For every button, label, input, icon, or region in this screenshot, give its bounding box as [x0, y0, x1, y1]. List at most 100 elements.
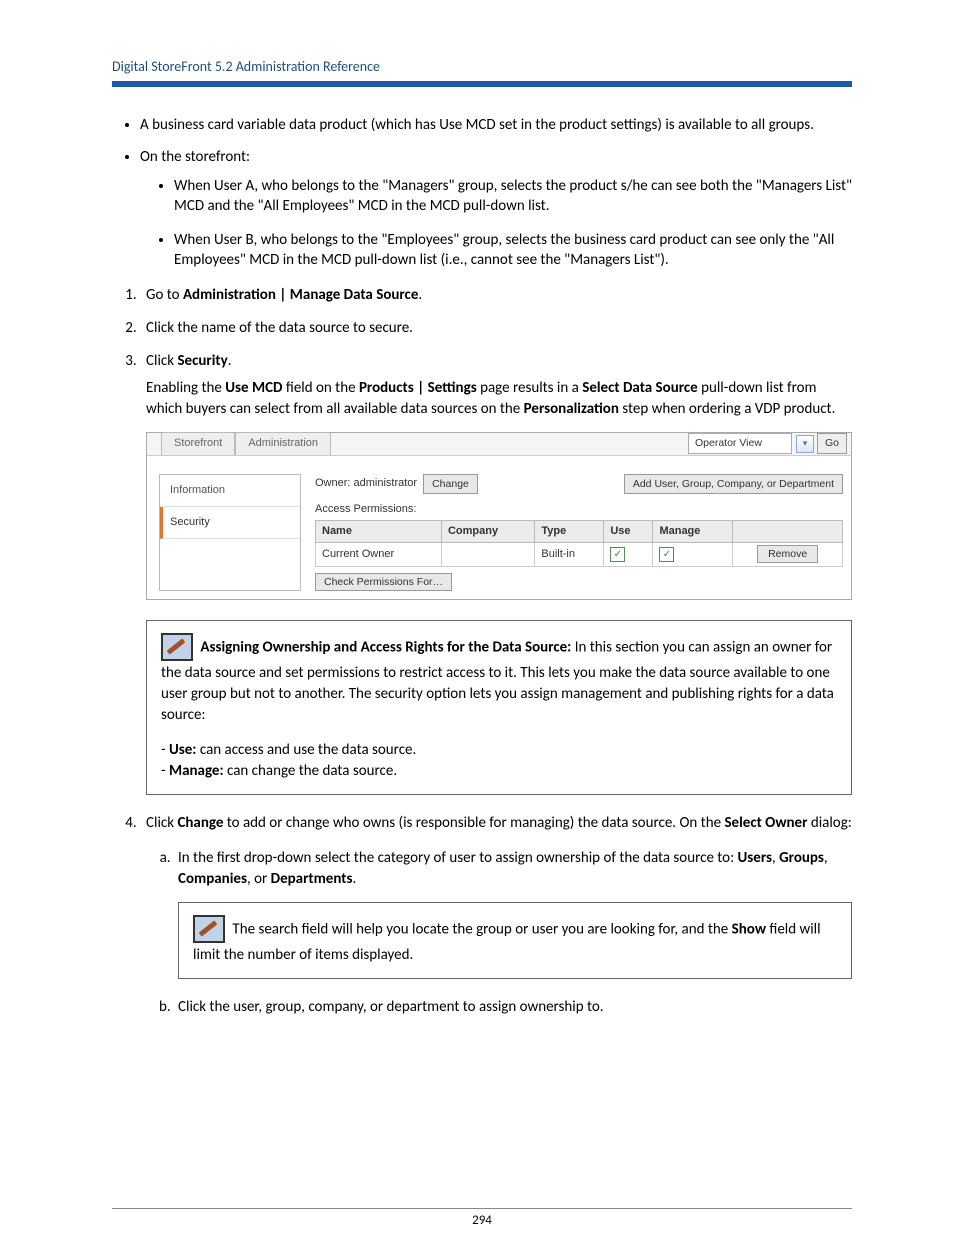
page-footer: 294: [112, 1208, 852, 1228]
bullet-item: A business card variable data product (w…: [140, 115, 852, 135]
note-assign-ownership: Assigning Ownership and Access Rights fo…: [146, 620, 852, 795]
tab-administration[interactable]: Administration: [235, 432, 331, 454]
step-text: Click: [146, 352, 177, 370]
cell-company: [441, 542, 534, 567]
t: -: [161, 762, 169, 780]
col-use: Use: [604, 520, 653, 542]
ui-topbar: Storefront Administration Operator View …: [147, 433, 851, 456]
ui-sidebar: Information Security: [159, 474, 301, 591]
step-text-bold: Security: [177, 352, 227, 370]
sub-step-b: Click the user, group, company, or depar…: [174, 997, 852, 1018]
change-owner-button[interactable]: Change: [423, 474, 478, 495]
t: ,: [824, 849, 828, 867]
step-text-bold: Administration | Manage Data Source: [183, 286, 418, 304]
page-number: 294: [472, 1213, 492, 1228]
col-actions: [733, 520, 843, 542]
tab-storefront[interactable]: Storefront: [161, 432, 235, 454]
t: to add or change who owns (is responsibl…: [223, 814, 724, 832]
t: Show: [732, 920, 766, 938]
cell-type: Built-in: [535, 542, 604, 567]
pencil-icon: [193, 915, 225, 943]
t: Select Owner: [724, 814, 807, 832]
permissions-table: Name Company Type Use Manage Current Own…: [315, 520, 843, 568]
step-text: .: [418, 286, 422, 304]
t: Users: [738, 849, 772, 867]
dropdown-icon[interactable]: ▾: [796, 435, 814, 453]
t: Products | Settings: [359, 379, 477, 397]
sidebar-item-security[interactable]: Security: [160, 507, 300, 539]
page-header-title: Digital StoreFront 5.2 Administration Re…: [112, 58, 852, 75]
col-manage: Manage: [653, 520, 733, 542]
cell-name: Current Owner: [316, 542, 442, 567]
numbered-steps: Go to Administration | Manage Data Sourc…: [112, 285, 852, 1018]
cell-actions: Remove: [733, 542, 843, 567]
t: Enabling the: [146, 379, 225, 397]
sub-step-a: In the first drop-down select the catego…: [174, 848, 852, 979]
owner-label: Owner: administrator: [315, 476, 417, 491]
t: step when ordering a VDP product.: [619, 400, 835, 418]
t: page results in a: [477, 379, 583, 397]
add-entity-button[interactable]: Add User, Group, Company, or Department: [624, 474, 843, 495]
manage-checkbox[interactable]: ✓: [659, 547, 674, 562]
table-row: Current Owner Built-in ✓ ✓ Remove: [316, 542, 843, 567]
access-permissions-label: Access Permissions:: [315, 502, 843, 517]
ui-main: Owner: administrator Change Add User, Gr…: [301, 456, 851, 599]
t: dialog:: [807, 814, 851, 832]
security-panel-screenshot: Storefront Administration Operator View …: [146, 432, 852, 600]
ui-body: Information Security Owner: administrato…: [147, 456, 851, 599]
t: Change: [177, 814, 223, 832]
t: Companies: [178, 870, 247, 888]
t: Departments: [271, 870, 353, 888]
step-1: Go to Administration | Manage Data Sourc…: [140, 285, 852, 306]
col-name: Name: [316, 520, 442, 542]
document-page: Digital StoreFront 5.2 Administration Re…: [0, 0, 954, 1258]
col-company: Company: [441, 520, 534, 542]
col-type: Type: [535, 520, 604, 542]
remove-button[interactable]: Remove: [757, 545, 818, 563]
note-manage-line: - Manage: can change the data source.: [161, 761, 837, 782]
cell-use: ✓: [604, 542, 653, 567]
t: Groups: [779, 849, 824, 867]
owner-row: Owner: administrator Change Add User, Gr…: [315, 474, 843, 495]
bullet-text: On the storefront:: [140, 148, 250, 166]
t: .: [352, 870, 356, 888]
t: -: [161, 741, 169, 759]
step-4: Click Change to add or change who owns (…: [140, 813, 852, 1018]
table-header-row: Name Company Type Use Manage: [316, 520, 843, 542]
go-button[interactable]: Go: [817, 433, 847, 454]
t: Click: [146, 814, 177, 832]
sidebar-item-information[interactable]: Information: [160, 475, 300, 507]
bullet-item: When User A, who belongs to the "Manager…: [174, 176, 852, 217]
use-checkbox[interactable]: ✓: [610, 547, 625, 562]
step-text: .: [228, 352, 232, 370]
bullet-item: When User B, who belongs to the "Employe…: [174, 230, 852, 271]
step-text: Go to: [146, 286, 183, 304]
step-3-continuation: Enabling the Use MCD field on the Produc…: [146, 378, 852, 420]
bullet-item: On the storefront: When User A, who belo…: [140, 147, 852, 270]
t: Select Data Source: [582, 379, 697, 397]
pencil-icon: [161, 633, 193, 661]
note-lead-bold: Assigning Ownership and Access Rights fo…: [200, 638, 571, 656]
cell-manage: ✓: [653, 542, 733, 567]
nested-bullet-list: When User A, who belongs to the "Manager…: [140, 176, 852, 271]
t: can change the data source.: [224, 762, 398, 780]
t: , or: [247, 870, 271, 888]
t: field on the: [282, 379, 358, 397]
note-use-line: - Use: can access and use the data sourc…: [161, 740, 837, 761]
t: Manage:: [169, 762, 224, 780]
check-permissions-row: Check Permissions For…: [315, 575, 843, 590]
operator-view-select[interactable]: Operator View: [688, 433, 792, 454]
note-search-show: The search field will help you locate th…: [178, 902, 852, 979]
check-permissions-button[interactable]: Check Permissions For…: [315, 573, 452, 591]
t: The search field will help you locate th…: [232, 920, 731, 938]
step-2: Click the name of the data source to sec…: [140, 318, 852, 339]
sub-steps-lettered: In the first drop-down select the catego…: [146, 848, 852, 1018]
t: In the first drop-down select the catego…: [178, 849, 738, 867]
t: Use:: [169, 741, 196, 759]
step-3: Click Security. Enabling the Use MCD fie…: [140, 351, 852, 795]
header-rule: [112, 81, 852, 87]
t: Personalization: [524, 400, 619, 418]
t: Use MCD: [225, 379, 282, 397]
t: can access and use the data source.: [196, 741, 416, 759]
intro-bullet-list: A business card variable data product (w…: [112, 115, 852, 271]
